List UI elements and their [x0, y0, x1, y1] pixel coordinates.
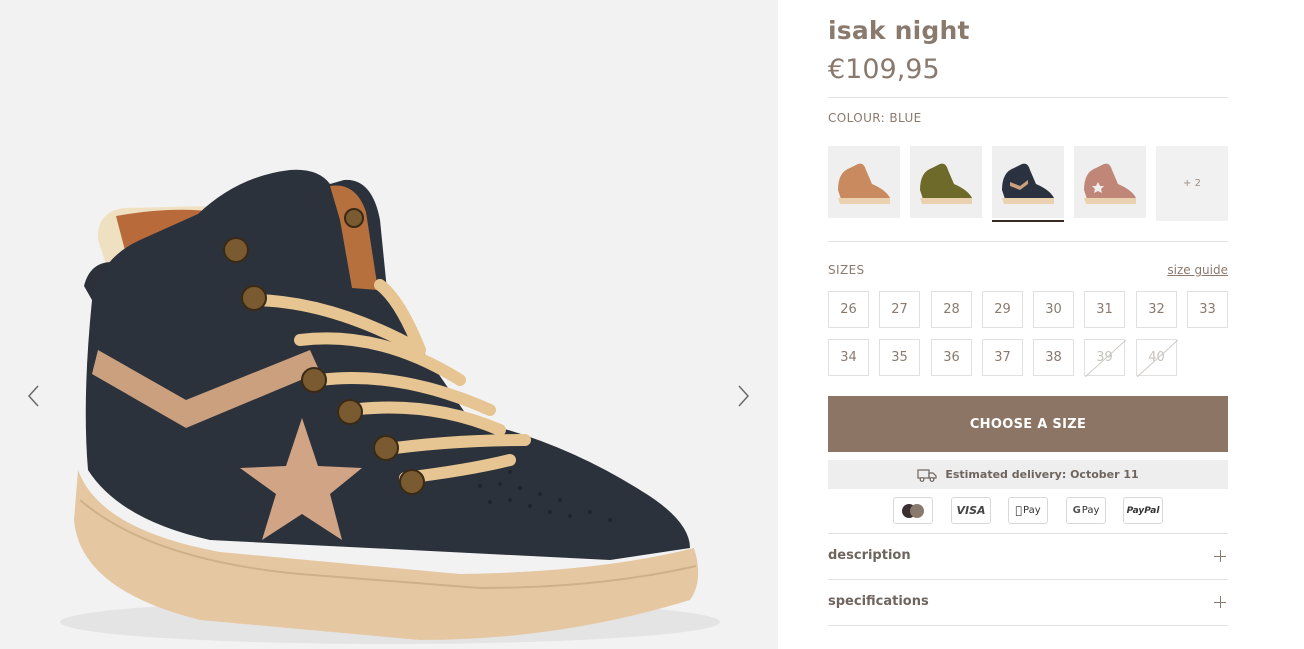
accordion-title: specifications [828, 594, 929, 609]
swatch-night-image [1002, 163, 1054, 204]
size-option[interactable]: 37 [982, 339, 1023, 376]
colour-label: COLOUR: BLUE [828, 111, 922, 125]
divider [828, 97, 1228, 98]
chevron-right-icon [738, 385, 750, 407]
size-option[interactable]: 35 [879, 339, 920, 376]
gallery-prev-button[interactable] [22, 380, 46, 412]
choose-size-button[interactable]: CHOOSE A SIZE [828, 396, 1228, 452]
size-option[interactable]: 28 [931, 291, 972, 328]
size-option[interactable]: 33 [1187, 291, 1228, 328]
size-guide-link[interactable]: size guide [1167, 263, 1228, 277]
size-option-unavailable: 40 [1136, 339, 1178, 377]
size-option[interactable]: 36 [931, 339, 972, 376]
mastercard-icon [893, 497, 933, 524]
product-info-panel: isak night €109,95 COLOUR: BLUE + 2 SIZE… [828, 0, 1228, 649]
gallery-next-button[interactable] [731, 380, 755, 412]
size-option-unavailable: 39 [1084, 339, 1126, 377]
swatch-rose-image [1084, 163, 1136, 204]
swatch-night[interactable] [992, 146, 1064, 222]
size-option[interactable]: 34 [828, 339, 869, 376]
size-option[interactable]: 26 [828, 291, 869, 328]
size-option[interactable]: 27 [879, 291, 920, 328]
swatch-olive-image [920, 163, 972, 204]
size-option[interactable]: 30 [1033, 291, 1074, 328]
delivery-estimate: Estimated delivery: October 11 [828, 460, 1228, 489]
swatch-tan[interactable] [828, 146, 900, 218]
size-option[interactable]: 29 [982, 291, 1023, 328]
product-price: €109,95 [828, 54, 940, 85]
plus-icon [1214, 550, 1226, 562]
strikethrough-icon [1085, 340, 1126, 377]
size-option[interactable]: 38 [1033, 339, 1074, 376]
apple-pay-label: Pay [1019, 505, 1041, 516]
accordion-specifications[interactable]: specifications [828, 580, 1228, 626]
accordion-title: description [828, 548, 911, 563]
swatch-tan-image [838, 163, 890, 204]
divider [828, 241, 1228, 242]
size-option[interactable]: 32 [1136, 291, 1177, 328]
product-title: isak night [828, 16, 970, 45]
plus-icon [1214, 596, 1226, 608]
accordion-description[interactable]: description [828, 534, 1228, 580]
truck-icon [917, 468, 937, 482]
delivery-text: Estimated delivery: October 11 [945, 468, 1139, 481]
product-gallery [0, 0, 778, 649]
apple-pay-icon: Pay [1008, 497, 1048, 524]
more-swatches-button[interactable]: + 2 [1156, 146, 1228, 221]
google-pay-icon: G Pay [1066, 497, 1106, 524]
swatch-olive[interactable] [910, 146, 982, 218]
colour-swatches: + 2 [828, 146, 1228, 222]
chevron-left-icon [27, 385, 39, 407]
sizes-label: SIZES [828, 263, 865, 277]
google-pay-label: Pay [1081, 505, 1100, 516]
product-image [60, 169, 720, 644]
size-option[interactable]: 31 [1084, 291, 1125, 328]
strikethrough-icon [1137, 340, 1178, 377]
paypal-icon: PayPal [1123, 497, 1163, 524]
swatch-rose[interactable] [1074, 146, 1146, 218]
divider [828, 625, 1228, 626]
visa-icon: VISA [951, 497, 991, 524]
